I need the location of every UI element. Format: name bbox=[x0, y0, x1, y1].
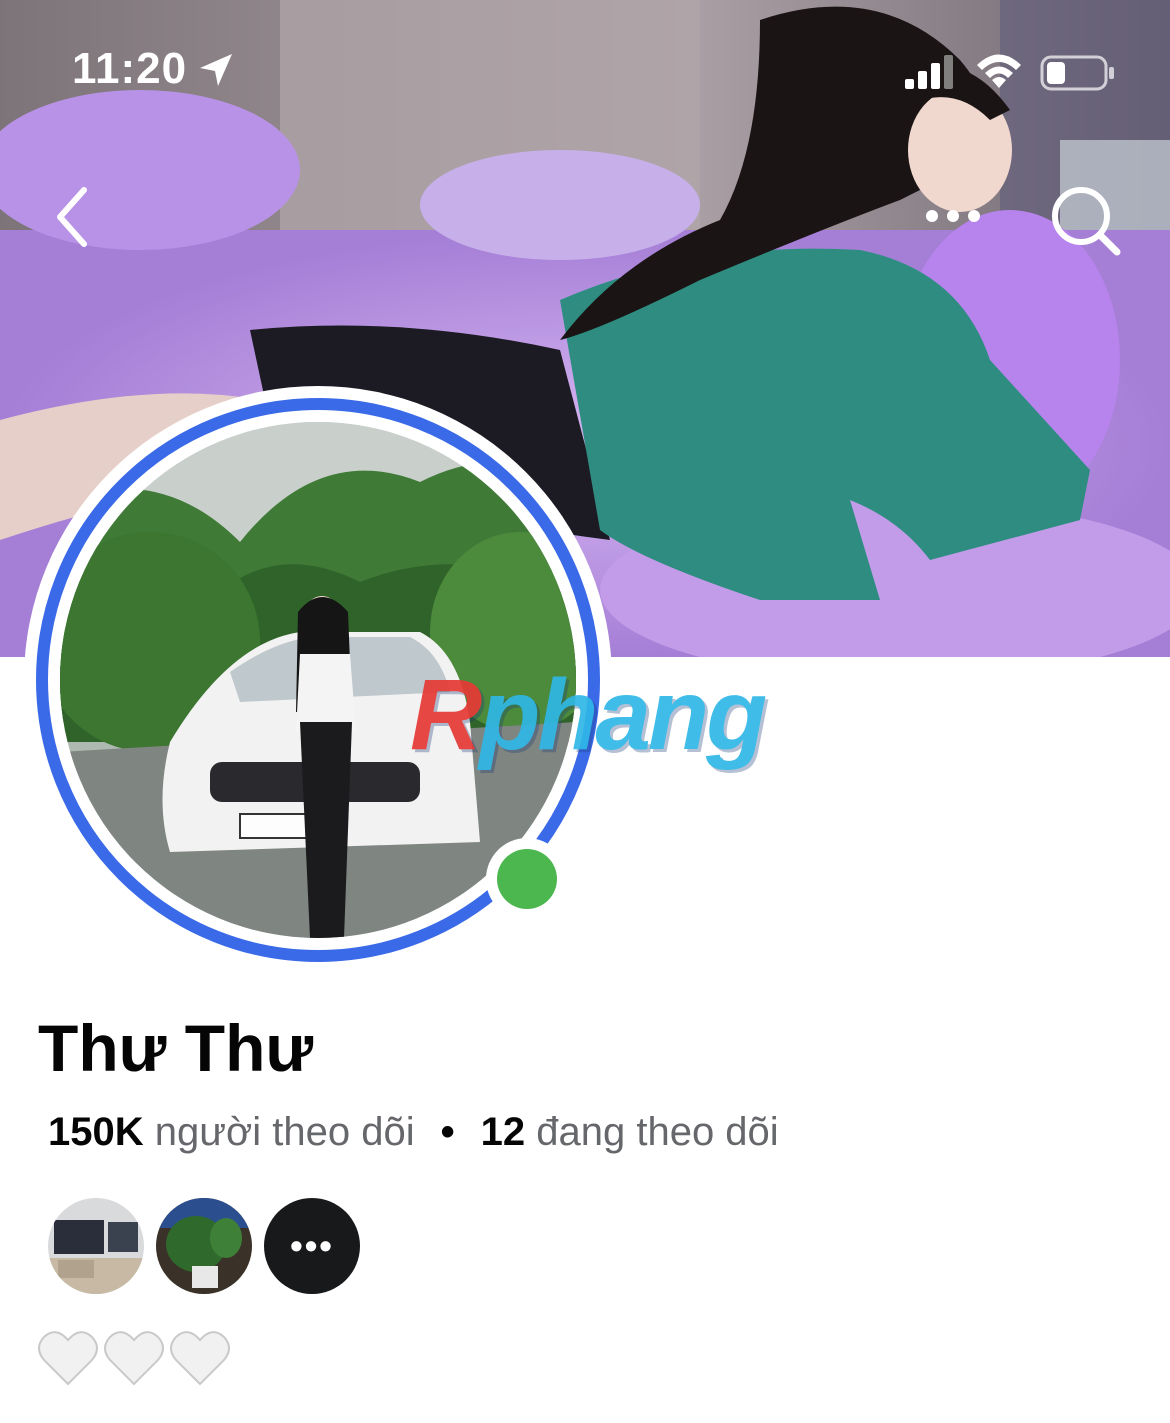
followers-link[interactable]: 150K người theo dõi bbox=[48, 1110, 415, 1154]
following-link[interactable]: 12 đang theo dõi bbox=[481, 1110, 779, 1154]
followers-count: 150K bbox=[48, 1110, 144, 1154]
white-heart-icon bbox=[38, 1331, 98, 1386]
more-dots-icon[interactable] bbox=[920, 196, 990, 236]
friend-thumb-image bbox=[48, 1198, 144, 1294]
search-icon[interactable] bbox=[1045, 180, 1125, 260]
white-heart-icon bbox=[170, 1331, 230, 1386]
follow-stats: 150K người theo dõi • 12 đang theo dõi bbox=[48, 1110, 779, 1155]
chevron-left-icon[interactable] bbox=[48, 182, 118, 252]
online-status-dot bbox=[486, 838, 568, 920]
friend-thumb[interactable] bbox=[48, 1198, 144, 1294]
watermark-rest: phang bbox=[479, 659, 767, 771]
stats-separator: • bbox=[440, 1110, 455, 1154]
following-label: đang theo dõi bbox=[536, 1110, 779, 1154]
watermark-first-letter: R bbox=[410, 659, 482, 771]
watermark: Rphang bbox=[410, 658, 767, 773]
white-heart-icon bbox=[104, 1331, 164, 1386]
profile-name: Thư Thư bbox=[38, 1011, 314, 1085]
following-count: 12 bbox=[480, 1110, 526, 1154]
followers-label: người theo dõi bbox=[154, 1110, 415, 1154]
friend-thumb[interactable] bbox=[156, 1198, 252, 1294]
location-arrow-icon bbox=[200, 54, 232, 86]
battery-icon bbox=[1040, 55, 1114, 91]
more-friends-button[interactable]: ••• bbox=[264, 1198, 360, 1294]
status-bar-time: 11:20 bbox=[72, 44, 188, 93]
friend-thumb-image bbox=[156, 1198, 252, 1294]
wifi-icon bbox=[977, 54, 1021, 88]
cellular-signal-icon bbox=[905, 55, 953, 89]
